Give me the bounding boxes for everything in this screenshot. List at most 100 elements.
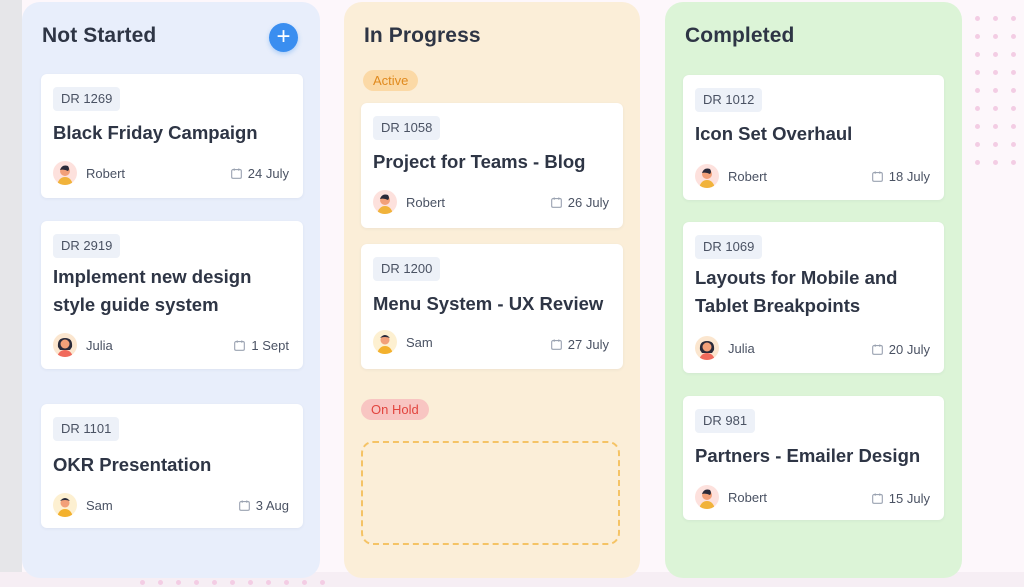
- decorative-dot: [993, 124, 998, 129]
- avatar-icon: [53, 161, 77, 185]
- task-id-badge: DR 1101: [53, 417, 120, 441]
- assignee: Robert: [373, 189, 445, 215]
- avatar-icon: [53, 493, 77, 517]
- due-date: 27 July: [550, 337, 609, 352]
- assignee-name: Sam: [406, 334, 433, 350]
- task-card[interactable]: DR 2919 Implement new design style guide…: [41, 221, 303, 369]
- avatar-icon: [373, 330, 397, 354]
- task-title-line-1: Layouts for Mobile and: [695, 267, 898, 288]
- column-title: In Progress: [364, 24, 481, 47]
- task-card[interactable]: DR 1200 Menu System - UX Review Sam 27 J…: [361, 244, 623, 369]
- due-date-text: 3 Aug: [255, 498, 289, 513]
- due-date: 1 Sept: [234, 338, 289, 353]
- decorative-dot: [975, 16, 980, 21]
- assignee: Robert: [695, 163, 767, 189]
- task-title-line-1: Implement new design: [53, 266, 252, 287]
- due-date-text: 1 Sept: [251, 338, 289, 353]
- task-id-badge: DR 1069: [695, 235, 763, 259]
- due-date: 20 July: [871, 342, 930, 357]
- due-date-text: 26 July: [567, 195, 609, 210]
- due-date: 15 July: [871, 491, 930, 506]
- due-date-text: 27 July: [567, 337, 609, 352]
- status-badge-active[interactable]: Active: [363, 70, 419, 91]
- calendar-icon: [238, 500, 250, 511]
- decorative-dot: [1011, 16, 1016, 21]
- task-title: Menu System - UX Review: [373, 293, 604, 314]
- due-date-text: 18 July: [888, 169, 930, 184]
- task-title-line-2: style guide system: [53, 294, 219, 315]
- decorative-dot: [1011, 160, 1016, 165]
- task-card[interactable]: DR 1101 OKR Presentation Sam 3 Aug: [41, 404, 303, 528]
- avatar-icon: [695, 164, 719, 188]
- decorative-dot: [230, 580, 235, 585]
- decorative-dot: [993, 52, 998, 57]
- decorative-dot: [993, 16, 998, 21]
- decorative-dot: [266, 580, 271, 585]
- task-card[interactable]: DR 1269 Black Friday Campaign Robert 24 …: [41, 74, 303, 198]
- avatar-icon: [695, 485, 719, 509]
- task-card[interactable]: DR 1069 Layouts for Mobile and Tablet Br…: [683, 222, 944, 373]
- column-completed: Completed DR 1012 Icon Set Overhaul Robe…: [665, 2, 962, 578]
- calendar-icon: [871, 493, 883, 504]
- plus-icon: +: [276, 23, 291, 50]
- calendar-icon: [550, 339, 562, 350]
- decorative-dot: [1011, 106, 1016, 111]
- task-id-badge: DR 1269: [53, 87, 121, 111]
- column-not-started: Not Started + DR 1269 Black Friday Campa…: [22, 2, 320, 578]
- decorative-dot: [993, 106, 998, 111]
- decorative-dot: [212, 580, 217, 585]
- decorative-dot: [1011, 124, 1016, 129]
- decorative-dot: [320, 580, 325, 585]
- decorative-dot: [975, 88, 980, 93]
- due-date-text: 24 July: [247, 166, 289, 181]
- decorative-dot: [158, 580, 163, 585]
- avatar-icon: [53, 333, 77, 357]
- decorative-dot: [993, 160, 998, 165]
- task-title: OKR Presentation: [53, 454, 212, 475]
- task-card[interactable]: DR 1012 Icon Set Overhaul Robert 18 July: [683, 75, 944, 200]
- assignee-name: Robert: [86, 165, 126, 181]
- due-date-text: 20 July: [888, 342, 930, 357]
- decorative-dot: [1011, 88, 1016, 93]
- decorative-dot: [975, 52, 980, 57]
- decorative-dot: [1011, 70, 1016, 75]
- task-id-badge: DR 981: [695, 409, 756, 433]
- due-date: 26 July: [550, 195, 609, 210]
- due-date-text: 15 July: [888, 491, 930, 506]
- task-card[interactable]: DR 1058 Project for Teams - Blog Robert …: [361, 103, 623, 228]
- due-date: 24 July: [230, 166, 289, 181]
- decorative-dot: [302, 580, 307, 585]
- task-title: Black Friday Campaign: [53, 122, 258, 143]
- decorative-dot: [140, 580, 145, 585]
- assignee-name: Robert: [406, 194, 446, 210]
- task-card[interactable]: DR 981 Partners - Emailer Design Robert …: [683, 396, 944, 520]
- column-in-progress: In Progress Active DR 1058 Project for T…: [344, 2, 640, 578]
- decorative-dot: [194, 580, 199, 585]
- add-task-button[interactable]: +: [269, 23, 298, 52]
- decorative-dot: [975, 106, 980, 111]
- task-id-badge: DR 2919: [53, 234, 121, 258]
- calendar-icon: [234, 340, 246, 351]
- assignee-name: Julia: [86, 337, 113, 353]
- status-badge-on-hold[interactable]: On Hold: [361, 399, 429, 420]
- task-title: Partners - Emailer Design: [695, 445, 921, 466]
- decorative-dot: [993, 142, 998, 147]
- decorative-dot: [1011, 52, 1016, 57]
- task-title: Project for Teams - Blog: [373, 151, 586, 172]
- decorative-dot: [993, 34, 998, 39]
- background-left-strip: [0, 0, 22, 587]
- calendar-icon: [550, 197, 562, 208]
- assignee: Julia: [695, 335, 755, 361]
- decorative-dot: [975, 34, 980, 39]
- assignee: Robert: [53, 160, 125, 186]
- calendar-icon: [230, 168, 242, 179]
- assignee-name: Sam: [86, 497, 113, 513]
- decorative-dot: [975, 160, 980, 165]
- drop-zone[interactable]: [361, 441, 620, 545]
- decorative-dot: [975, 70, 980, 75]
- decorative-dot: [176, 580, 181, 585]
- assignee: Robert: [695, 484, 767, 510]
- assignee-name: Robert: [728, 168, 768, 184]
- assignee: Sam: [53, 492, 113, 518]
- due-date: 18 July: [871, 169, 930, 184]
